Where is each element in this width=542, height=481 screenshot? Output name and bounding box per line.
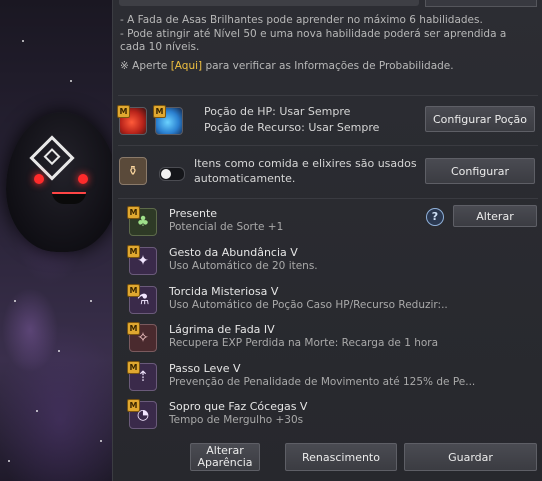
ability-lagrima: ✧ M Lágrima de Fada IV Recupera EXP Perdi… bbox=[127, 320, 529, 356]
boot-icon: ⇡ M bbox=[127, 361, 157, 391]
save-button[interactable]: Guardar bbox=[404, 443, 537, 471]
scroll-track[interactable] bbox=[119, 0, 419, 6]
ability-desc: Prevenção de Penalidade de Movimento até… bbox=[169, 376, 476, 388]
m-badge: M bbox=[127, 399, 140, 412]
configure-button[interactable]: Configurar bbox=[425, 158, 535, 184]
ability-name: Presente bbox=[169, 207, 218, 220]
ability-name: Torcida Misteriosa V bbox=[169, 285, 279, 298]
ability-gesto: ✦ M Gesto da Abundância V Uso Automático … bbox=[127, 243, 529, 279]
auto-use-toggle[interactable] bbox=[159, 167, 185, 181]
flask-glyph: ⚱ bbox=[127, 163, 139, 179]
ability-passo: ⇡ M Passo Leve V Prevenção de Penalidade … bbox=[127, 359, 529, 395]
potion-cheer-icon: ⚗ M bbox=[127, 284, 157, 314]
info-line-3: cada 10 níveis. bbox=[120, 41, 200, 53]
hp-potion-label: Poção de HP: Usar Sempre bbox=[204, 105, 351, 118]
appearance-line-2: Aparência bbox=[197, 456, 253, 469]
m-badge: M bbox=[153, 105, 166, 118]
fairy-icon: ✦ M bbox=[127, 245, 157, 275]
m-badge: M bbox=[117, 105, 130, 118]
top-button-edge[interactable] bbox=[425, 0, 537, 7]
ability-desc: Tempo de Mergulho +30s bbox=[169, 414, 304, 426]
ability-name: Sopro que Faz Cócegas V bbox=[169, 400, 308, 413]
pet-portrait bbox=[6, 112, 118, 252]
ability-torcida: ⚗ M Torcida Misteriosa V Uso Automático d… bbox=[127, 282, 529, 318]
eye-left bbox=[34, 174, 44, 184]
note-prefix: ※ Aperte bbox=[120, 59, 171, 72]
configure-potion-button[interactable]: Configurar Poção bbox=[425, 106, 535, 132]
resource-potion-label: Poção de Recurso: Usar Sempre bbox=[204, 121, 380, 134]
info-line-1: - A Fada de Asas Brilhantes pode aprende… bbox=[120, 14, 483, 26]
ability-desc: Recupera EXP Perdida na Morte: Recarga d… bbox=[169, 337, 439, 349]
divider bbox=[118, 198, 538, 199]
m-badge: M bbox=[127, 206, 140, 219]
ability-desc: Uso Automático de Poção Caso HP/Recurso … bbox=[169, 299, 448, 311]
toggle-knob bbox=[161, 169, 171, 179]
probability-note: ※ Aperte [Aqui] para verificar as Inform… bbox=[120, 60, 535, 74]
info-text: - A Fada de Asas Brilhantes pode aprende… bbox=[120, 14, 535, 73]
info-line-2: - Pode atingir até Nível 50 e uma nova h… bbox=[120, 27, 507, 40]
ability-desc: Potencial de Sorte +1 bbox=[169, 221, 284, 233]
change-appearance-button[interactable]: Alterar Aparência bbox=[190, 443, 260, 471]
elixir-icon: ⚱ bbox=[119, 157, 147, 185]
resource-potion-icon: M bbox=[153, 105, 183, 135]
divider bbox=[118, 95, 538, 96]
eye-right bbox=[78, 174, 88, 184]
hp-potion-icon: M bbox=[117, 105, 147, 135]
teardrop-icon: ✧ M bbox=[127, 322, 157, 352]
ability-name: Lágrima de Fada IV bbox=[169, 323, 275, 336]
m-badge: M bbox=[127, 245, 140, 258]
ability-sopro: ◔ M Sopro que Faz Cócegas V Tempo de Merg… bbox=[127, 397, 529, 433]
auto-use-text-1: Itens como comida e elixires são usados bbox=[194, 157, 417, 170]
clover-icon: ♣ M bbox=[127, 206, 157, 236]
note-suffix: para verificar as Informações de Probabi… bbox=[202, 59, 454, 72]
m-badge: M bbox=[127, 284, 140, 297]
ability-name: Gesto da Abundância V bbox=[169, 246, 298, 259]
ability-name: Passo Leve V bbox=[169, 362, 241, 375]
auto-use-text-2: automaticamente. bbox=[194, 172, 296, 185]
breath-icon: ◔ M bbox=[127, 399, 157, 429]
mouth bbox=[52, 192, 86, 204]
fairy-settings-panel: - A Fada de Asas Brilhantes pode aprende… bbox=[112, 0, 542, 481]
ability-presente: ♣ M Presente Potencial de Sorte +1 bbox=[127, 204, 529, 240]
m-badge: M bbox=[127, 322, 140, 335]
rebirth-button[interactable]: Renascimento bbox=[285, 443, 397, 471]
divider bbox=[118, 145, 538, 146]
ability-desc: Uso Automático de 20 itens. bbox=[169, 260, 318, 272]
probability-link[interactable]: [Aqui] bbox=[171, 60, 202, 72]
m-badge: M bbox=[127, 361, 140, 374]
